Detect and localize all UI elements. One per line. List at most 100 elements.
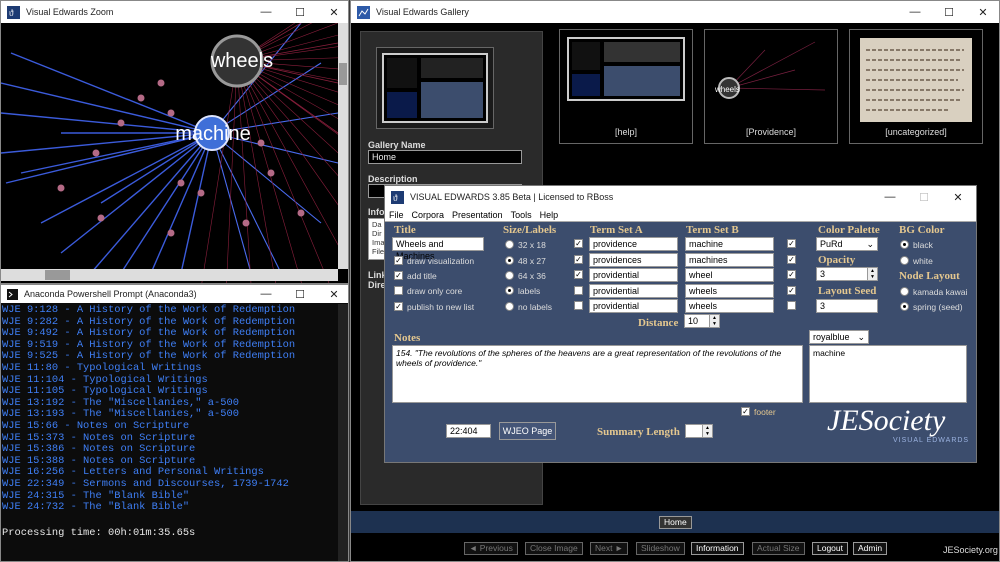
thumb-uncategorized[interactable]: [uncategorized] — [849, 29, 983, 144]
size-32-radio[interactable] — [505, 240, 514, 249]
close-icon[interactable]: ✕ — [317, 1, 348, 23]
admin-button[interactable]: Admin — [853, 542, 888, 555]
zoom-title: Visual Edwards Zoom — [26, 7, 114, 17]
minimize-icon[interactable]: — — [873, 186, 907, 208]
close-icon[interactable]: ✕ — [317, 285, 348, 303]
actual-size-button[interactable]: Actual Size — [752, 542, 805, 555]
term-input[interactable]: providences — [589, 252, 678, 267]
scroll-thumb[interactable] — [339, 63, 347, 85]
network-node[interactable] — [57, 184, 65, 192]
size-48-radio[interactable] — [505, 256, 514, 265]
site-link[interactable]: JESociety.org — [943, 545, 998, 555]
spinner-arrows-icon[interactable]: ▲ ▼ — [709, 315, 719, 327]
draw-visualization-checkbox[interactable]: ✓ — [394, 256, 403, 265]
term-checkbox[interactable]: ✓ — [787, 270, 796, 279]
term-input[interactable]: wheels — [685, 299, 774, 313]
term-input[interactable]: providential — [589, 268, 678, 282]
kamada-kawai-radio[interactable] — [900, 287, 909, 296]
term-checkbox[interactable] — [574, 301, 583, 310]
link-value[interactable]: Dire — [368, 280, 386, 290]
next-button[interactable]: Next ► — [590, 542, 629, 555]
palette-select[interactable]: PuRd ⌄ — [816, 237, 878, 251]
thumb-help[interactable]: [help] — [559, 29, 693, 144]
spinner-arrows-icon[interactable]: ▲ ▼ — [867, 268, 877, 280]
color-select[interactable]: royalblue ⌄ — [809, 330, 869, 344]
network-node[interactable] — [242, 219, 250, 227]
network-node[interactable] — [157, 79, 165, 87]
term-checkbox[interactable]: ✓ — [787, 254, 796, 264]
minimize-icon[interactable]: — — [249, 1, 283, 23]
color-terms-textarea[interactable]: machine — [809, 345, 967, 403]
logout-button[interactable]: Logout — [812, 542, 848, 555]
close-icon[interactable]: ✕ — [966, 1, 999, 23]
publish-checkbox[interactable]: ✓ — [394, 302, 403, 311]
wjeo-page-button[interactable]: WJEO Page — [499, 422, 556, 440]
network-node[interactable] — [137, 94, 145, 102]
distance-spinner[interactable]: 10 ▲ ▼ — [684, 314, 720, 328]
network-node[interactable] — [97, 214, 105, 222]
term-checkbox[interactable]: ✓ — [787, 239, 796, 248]
maximize-icon[interactable]: ☐ — [932, 1, 966, 23]
term-checkbox[interactable]: ✓ — [574, 254, 583, 264]
bg-black-radio[interactable] — [900, 240, 909, 249]
minimize-icon[interactable]: — — [249, 285, 283, 303]
labels-radio[interactable] — [505, 286, 514, 295]
minimize-icon[interactable]: — — [898, 1, 932, 23]
thumb-providence[interactable]: wheels [Providence] — [704, 29, 838, 144]
information-button[interactable]: Information — [691, 542, 744, 555]
console-scrollbar[interactable] — [338, 304, 348, 561]
network-node[interactable] — [117, 119, 125, 127]
term-input[interactable]: wheel — [685, 268, 774, 282]
vertical-scrollbar[interactable] — [338, 23, 348, 269]
size-64-radio[interactable] — [505, 271, 514, 280]
bg-white-radio[interactable] — [900, 256, 909, 265]
maximize-icon[interactable]: ☐ — [283, 285, 317, 303]
menu-corpora[interactable]: Corpora — [412, 210, 445, 220]
draw-only-core-checkbox[interactable] — [394, 286, 403, 295]
close-image-button[interactable]: Close Image — [525, 542, 583, 555]
gallery-name-input[interactable]: Home — [368, 150, 522, 164]
network-node[interactable] — [197, 189, 205, 197]
network-node[interactable] — [167, 229, 175, 237]
notes-textarea[interactable]: 154. "The revolutions of the spheres of … — [392, 345, 803, 403]
term-checkbox[interactable]: ✓ — [574, 239, 583, 248]
opacity-spinner[interactable]: 3 ▲ ▼ — [816, 267, 878, 281]
maximize-icon[interactable]: ☐ — [283, 1, 317, 23]
term-input[interactable]: providential — [589, 283, 678, 298]
home-link[interactable]: Home — [659, 516, 692, 529]
term-checkbox[interactable]: ✓ — [574, 270, 583, 279]
menu-tools[interactable]: Tools — [511, 210, 532, 220]
term-checkbox[interactable] — [574, 285, 583, 295]
no-labels-radio[interactable] — [505, 302, 514, 311]
term-input[interactable]: machines — [685, 252, 774, 267]
term-checkbox[interactable]: ✓ — [787, 285, 796, 295]
footer-checkbox[interactable]: ✓ — [741, 407, 750, 416]
network-node[interactable] — [177, 179, 185, 187]
spinner-arrows-icon[interactable]: ▲ ▼ — [702, 425, 712, 437]
summary-length-spinner[interactable]: ▲ ▼ — [685, 424, 713, 438]
add-title-checkbox[interactable]: ✓ — [394, 271, 403, 280]
network-node[interactable] — [167, 109, 175, 117]
previous-button[interactable]: ◄ Previous — [464, 542, 518, 555]
close-icon[interactable]: ✕ — [941, 186, 975, 208]
term-input[interactable]: machine — [685, 237, 774, 251]
hscroll-thumb[interactable] — [45, 270, 70, 280]
reference-input[interactable]: 22:404 — [446, 424, 491, 438]
menu-presentation[interactable]: Presentation — [452, 210, 503, 220]
network-zoom-canvas[interactable]: wheels machine — [1, 23, 348, 283]
term-input[interactable]: providential — [589, 299, 678, 313]
slideshow-button[interactable]: Slideshow — [636, 542, 685, 555]
menu-help[interactable]: Help — [540, 210, 559, 220]
network-node[interactable] — [92, 149, 100, 157]
network-node[interactable] — [257, 139, 265, 147]
network-node[interactable] — [267, 169, 275, 177]
layout-seed-input[interactable]: 3 — [816, 299, 878, 313]
term-input[interactable]: providence — [589, 237, 678, 251]
current-gallery-thumbnail[interactable] — [376, 47, 494, 129]
spring-seed-radio[interactable] — [900, 302, 909, 311]
menu-file[interactable]: File — [389, 210, 404, 220]
term-input[interactable]: wheels — [685, 283, 774, 298]
network-node[interactable] — [297, 209, 305, 217]
term-checkbox[interactable] — [787, 301, 796, 310]
title-input[interactable]: Wheels and Machines — [392, 237, 484, 261]
